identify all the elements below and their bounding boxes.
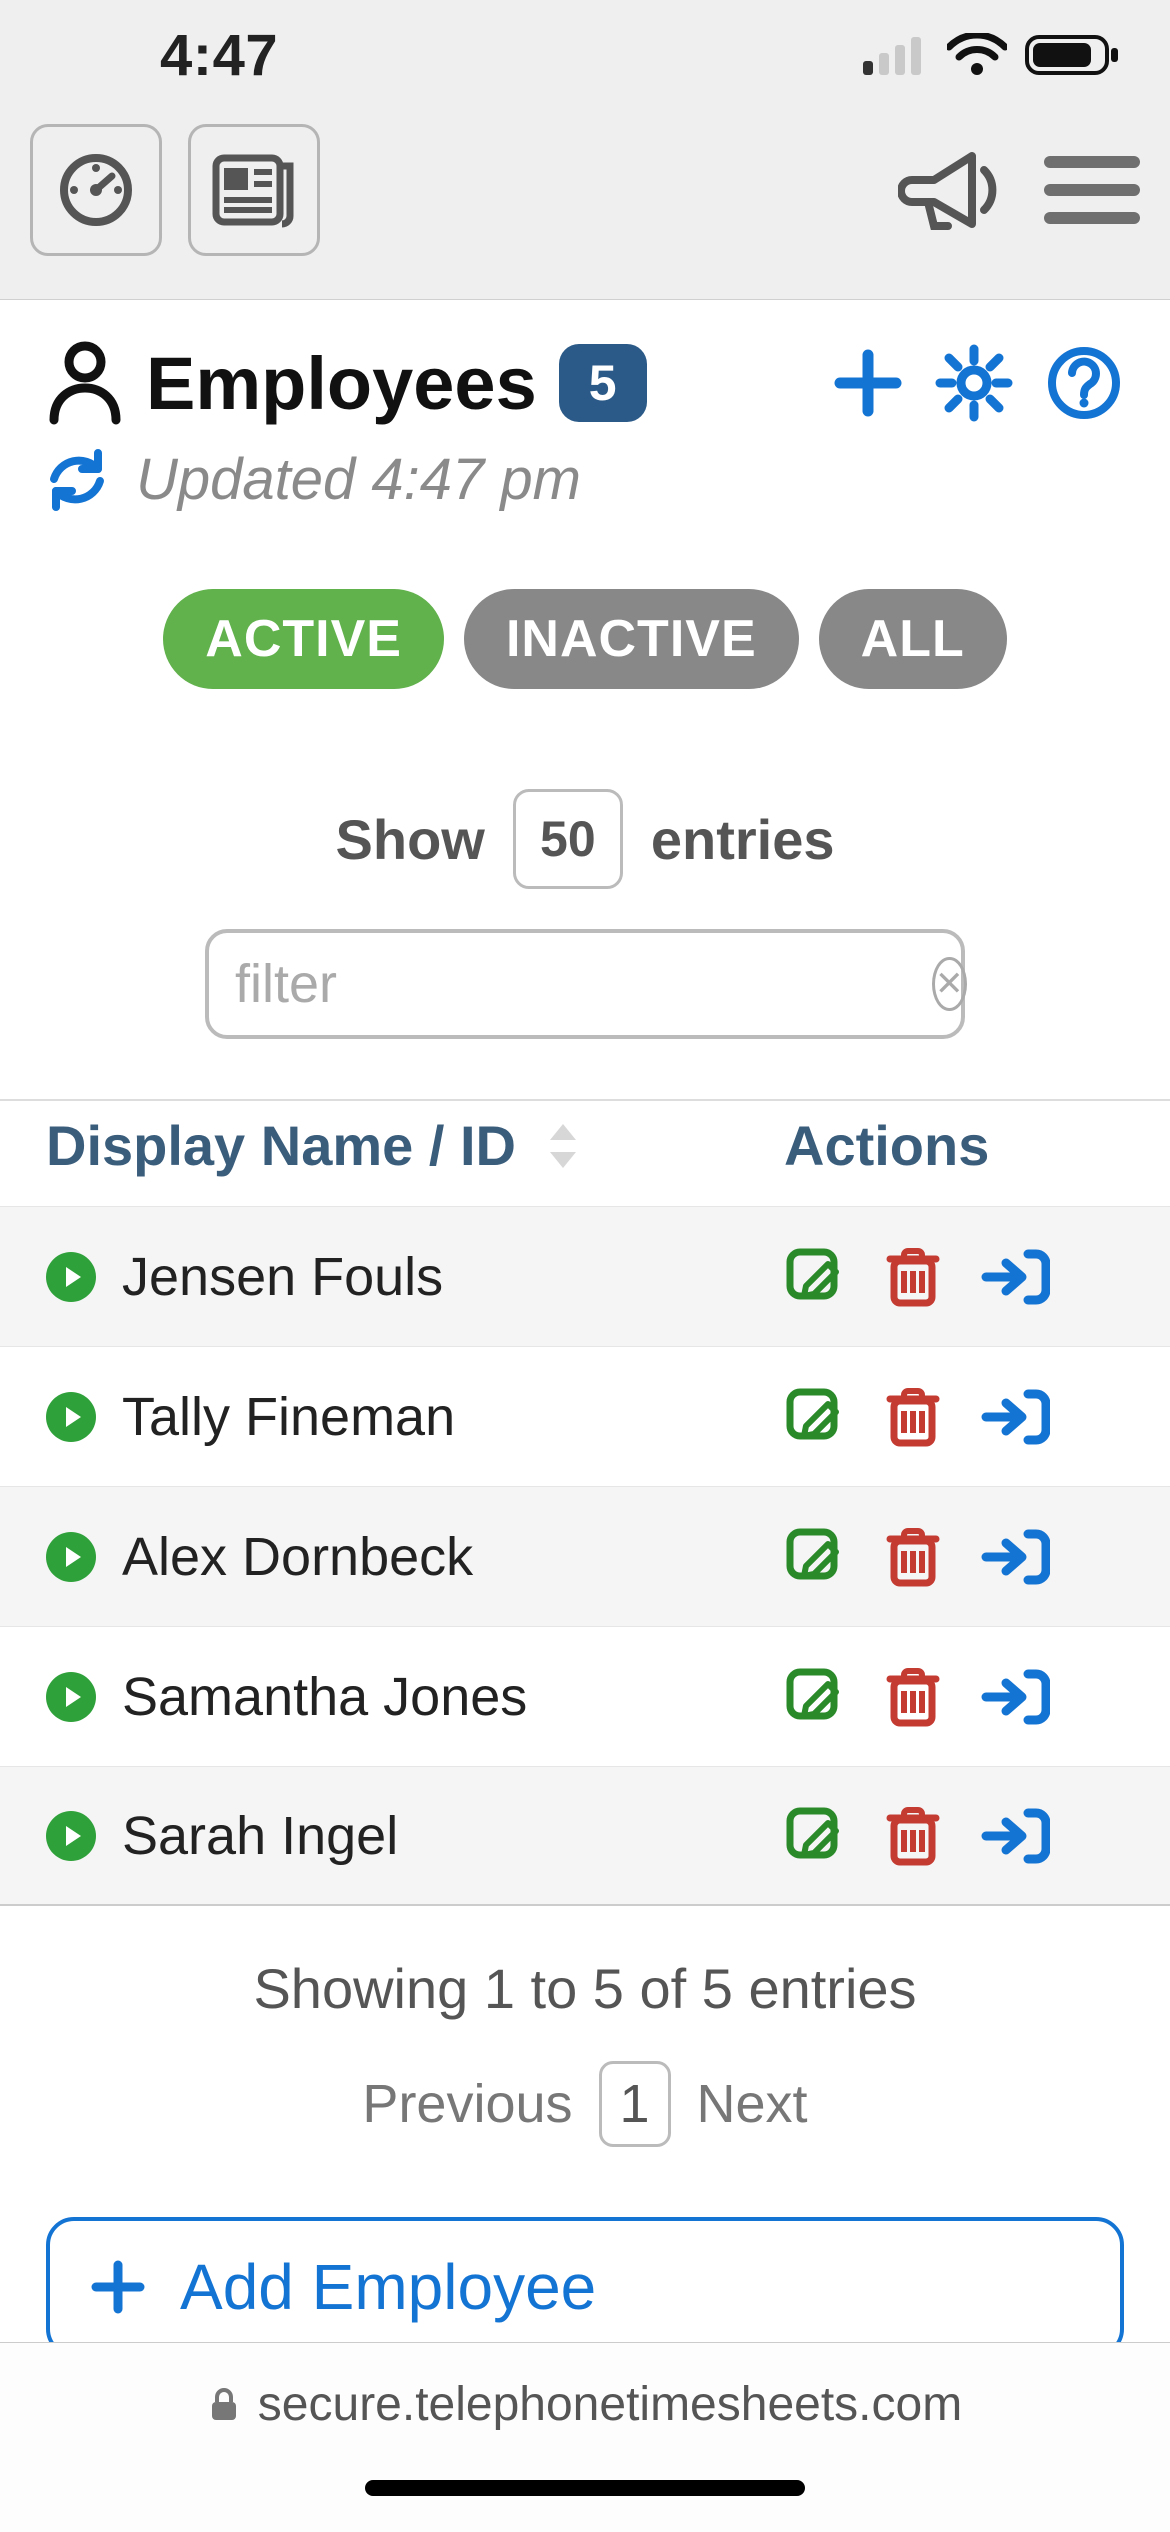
wifi-icon xyxy=(947,33,1007,77)
edit-icon[interactable] xyxy=(784,1246,846,1308)
sort-icon[interactable] xyxy=(546,1122,580,1170)
status-time: 4:47 xyxy=(60,22,278,89)
entries-select[interactable]: 50 xyxy=(513,789,623,889)
showing-text: Showing 1 to 5 of 5 entries xyxy=(0,1956,1170,2021)
settings-icon[interactable] xyxy=(934,343,1014,423)
login-as-icon[interactable] xyxy=(980,1246,1050,1308)
cellular-icon xyxy=(863,35,929,75)
help-icon[interactable] xyxy=(1044,343,1124,423)
employee-name[interactable]: Sarah Ingel xyxy=(122,1805,398,1867)
browser-url[interactable]: secure.telephonetimesheets.com xyxy=(258,2377,962,2432)
employees-table: Display Name / ID Actions Jensen Fouls xyxy=(0,1099,1170,1906)
updated-text: Updated 4:47 pm xyxy=(136,446,581,513)
pill-active[interactable]: ACTIVE xyxy=(163,589,444,689)
edit-icon[interactable] xyxy=(784,1526,846,1588)
login-as-icon[interactable] xyxy=(980,1386,1050,1448)
edit-icon[interactable] xyxy=(784,1386,846,1448)
status-bar: 4:47 xyxy=(0,0,1170,110)
employee-name[interactable]: Tally Fineman xyxy=(122,1386,455,1448)
login-as-icon[interactable] xyxy=(980,1805,1050,1867)
table-row: Alex Dornbeck xyxy=(0,1486,1170,1626)
show-label: Show xyxy=(336,807,485,872)
plus-icon xyxy=(90,2259,146,2315)
page-title: Employees xyxy=(146,341,537,426)
hamburger-menu-icon[interactable] xyxy=(1044,150,1140,230)
employee-name[interactable]: Samantha Jones xyxy=(122,1666,527,1728)
status-filter-pills: ACTIVE INACTIVE ALL xyxy=(0,589,1170,689)
gauge-icon xyxy=(56,150,136,230)
news-button[interactable] xyxy=(188,124,320,256)
entries-label: entries xyxy=(651,807,835,872)
table-row: Jensen Fouls xyxy=(0,1206,1170,1346)
play-icon[interactable] xyxy=(46,1392,96,1442)
delete-icon[interactable] xyxy=(884,1804,942,1868)
pill-all[interactable]: ALL xyxy=(819,589,1007,689)
edit-icon[interactable] xyxy=(784,1666,846,1728)
play-icon[interactable] xyxy=(46,1811,96,1861)
lock-icon xyxy=(208,2386,240,2424)
column-header-name[interactable]: Display Name / ID xyxy=(46,1113,516,1178)
employee-count-badge: 5 xyxy=(559,344,647,422)
delete-icon[interactable] xyxy=(884,1525,942,1589)
newspaper-icon xyxy=(212,152,296,228)
show-entries: Show 50 entries xyxy=(0,789,1170,889)
clear-filter-icon[interactable]: ✕ xyxy=(932,957,967,1011)
battery-icon xyxy=(1025,33,1120,77)
login-as-icon[interactable] xyxy=(980,1526,1050,1588)
pagination: Previous 1 Next xyxy=(0,2061,1170,2147)
column-header-actions: Actions xyxy=(784,1113,1124,1178)
person-icon xyxy=(46,340,124,426)
home-indicator xyxy=(365,2480,805,2496)
megaphone-icon[interactable] xyxy=(898,140,1008,240)
play-icon[interactable] xyxy=(46,1532,96,1582)
pagination-next[interactable]: Next xyxy=(697,2073,808,2135)
table-row: Samantha Jones xyxy=(0,1626,1170,1766)
play-icon[interactable] xyxy=(46,1252,96,1302)
pill-inactive[interactable]: INACTIVE xyxy=(464,589,799,689)
pagination-previous[interactable]: Previous xyxy=(362,2073,572,2135)
pagination-page-1[interactable]: 1 xyxy=(599,2061,671,2147)
page-header: Employees 5 xyxy=(0,300,1170,519)
employee-name[interactable]: Jensen Fouls xyxy=(122,1246,443,1308)
table-row: Tally Fineman xyxy=(0,1346,1170,1486)
add-employee-button[interactable]: Add Employee xyxy=(46,2217,1124,2357)
add-icon[interactable] xyxy=(832,347,904,419)
table-header: Display Name / ID Actions xyxy=(0,1101,1170,1206)
play-icon[interactable] xyxy=(46,1672,96,1722)
filter-input[interactable] xyxy=(233,952,932,1016)
status-icons xyxy=(863,33,1120,77)
filter-box: ✕ xyxy=(205,929,965,1039)
add-employee-label: Add Employee xyxy=(180,2250,596,2324)
login-as-icon[interactable] xyxy=(980,1666,1050,1728)
employee-name[interactable]: Alex Dornbeck xyxy=(122,1526,473,1588)
delete-icon[interactable] xyxy=(884,1385,942,1449)
edit-icon[interactable] xyxy=(784,1805,846,1867)
dashboard-button[interactable] xyxy=(30,124,162,256)
top-toolbar xyxy=(0,110,1170,300)
delete-icon[interactable] xyxy=(884,1245,942,1309)
refresh-icon[interactable] xyxy=(46,449,108,511)
delete-icon[interactable] xyxy=(884,1665,942,1729)
browser-bottom-bar: secure.telephonetimesheets.com xyxy=(0,2342,1170,2532)
table-row: Sarah Ingel xyxy=(0,1766,1170,1906)
